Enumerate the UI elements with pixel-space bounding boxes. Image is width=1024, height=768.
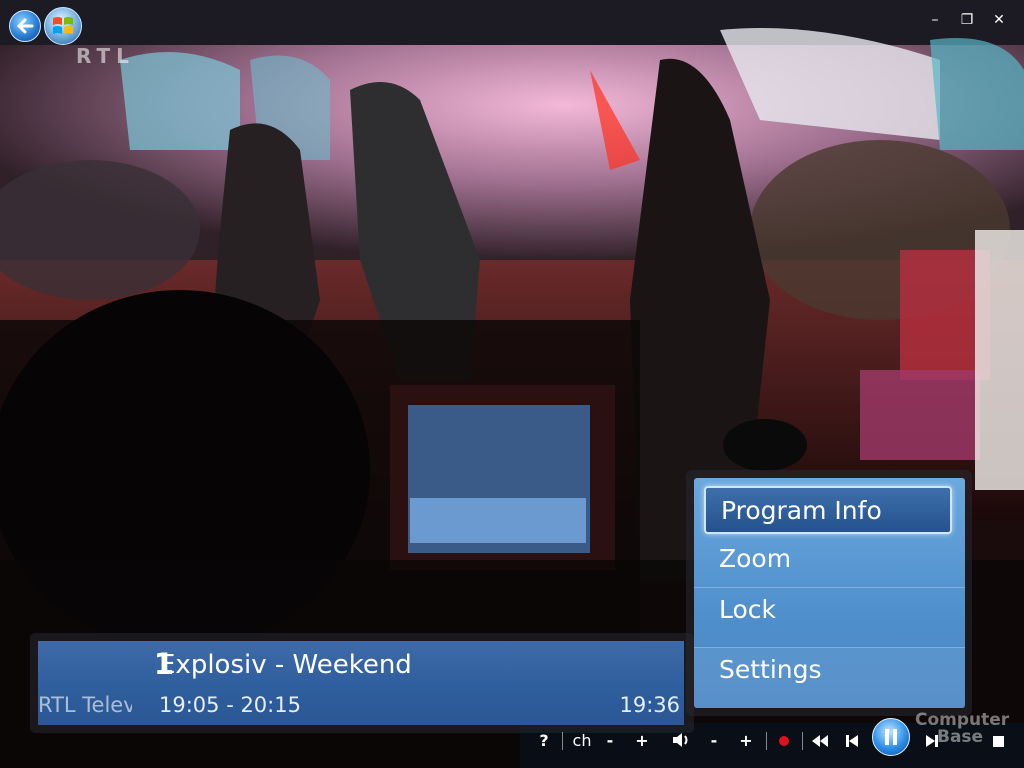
record-icon — [779, 736, 789, 746]
volume-down-button[interactable]: - — [706, 731, 722, 751]
transport-separator — [802, 732, 803, 750]
back-button[interactable] — [9, 10, 41, 42]
channel-up-button[interactable]: + — [634, 731, 650, 751]
pause-icon — [885, 729, 897, 745]
channel-name: RTL Television — [38, 693, 132, 717]
context-menu: Program Info Zoom Lock Settings — [694, 478, 965, 708]
record-button[interactable] — [776, 731, 792, 751]
channel-logo: RTL — [76, 44, 135, 68]
close-button[interactable]: ✕ — [988, 10, 1010, 30]
menu-item-zoom[interactable]: Zoom — [704, 536, 952, 584]
restore-button[interactable]: ❐ — [956, 10, 978, 30]
program-info-panel: 1 Explosiv - Weekend RTL Television 19:0… — [38, 641, 684, 725]
rewind-icon — [812, 735, 828, 747]
minimize-button[interactable]: – — [924, 10, 946, 30]
skip-back-icon — [846, 735, 858, 747]
program-title: Explosiv - Weekend — [159, 650, 412, 680]
channel-label: ch — [572, 731, 592, 750]
rewind-button[interactable] — [810, 731, 830, 751]
windows-orb-icon — [53, 17, 73, 34]
menu-item-program-info[interactable]: Program Info — [704, 486, 952, 534]
watermark: Computer Base — [915, 712, 1009, 746]
transport-separator — [766, 732, 767, 750]
volume-icon — [670, 731, 692, 751]
back-arrow-icon — [16, 18, 34, 34]
menu-item-lock[interactable]: Lock — [704, 587, 952, 635]
program-time-range: 19:05 - 20:15 — [159, 693, 301, 717]
skip-back-button[interactable] — [842, 731, 862, 751]
menu-item-settings[interactable]: Settings — [694, 647, 965, 708]
pause-button[interactable] — [872, 718, 910, 756]
transport-separator — [562, 732, 563, 750]
help-button[interactable]: ? — [536, 731, 552, 751]
watermark-line: Base — [937, 727, 984, 747]
windows-start-button[interactable] — [44, 7, 82, 45]
volume-up-button[interactable]: + — [738, 731, 754, 751]
current-time: 19:36 — [619, 693, 680, 717]
channel-down-button[interactable]: - — [602, 731, 618, 751]
